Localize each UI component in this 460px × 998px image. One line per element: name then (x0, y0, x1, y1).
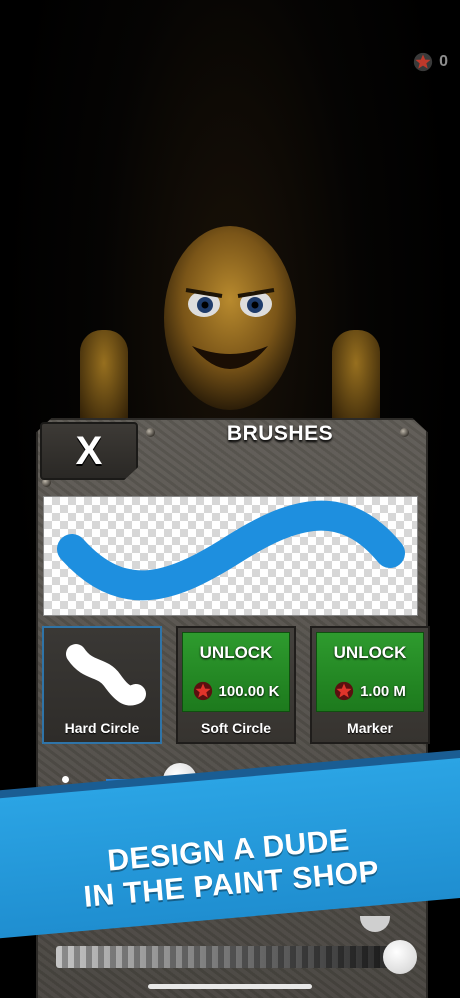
star-icon (193, 681, 212, 701)
screw (146, 428, 155, 437)
unlock-price: 1.00 M (317, 681, 423, 701)
brush-name: Marker (347, 720, 393, 736)
min-size-dot (62, 776, 69, 783)
panel-title: BRUSHES (226, 422, 334, 445)
star-counter: 0 (413, 52, 448, 72)
close-icon: X (75, 429, 103, 473)
brush-tile-hard-circle[interactable]: Hard Circle (42, 626, 162, 744)
brush-stroke-preview (57, 500, 405, 601)
unlock-label: UNLOCK (199, 643, 273, 662)
brush-name: Hard Circle (64, 720, 140, 736)
unlock-button[interactable]: UNLOCK 100.00 K (182, 632, 290, 712)
star-icon (413, 52, 433, 72)
unlock-price: 100.00 K (183, 681, 289, 701)
brush-preview (43, 496, 418, 616)
hard-circle-brush-icon (66, 644, 146, 706)
star-icon (334, 681, 354, 701)
price-value: 100.00 K (218, 682, 280, 700)
home-indicator (148, 984, 312, 989)
screw (400, 428, 409, 437)
unlock-label: UNLOCK (333, 643, 407, 662)
opacity-slider-handle[interactable] (383, 940, 417, 974)
brush-tile-marker[interactable]: UNLOCK 1.00 M Marker (310, 626, 430, 744)
star-count: 0 (439, 53, 448, 70)
price-value: 1.00 M (360, 682, 406, 700)
dude-character (80, 226, 380, 440)
close-button[interactable]: X (40, 422, 138, 480)
unlock-button[interactable]: UNLOCK 1.00 M (316, 632, 424, 712)
brush-name: Soft Circle (200, 720, 271, 736)
brush-tile-soft-circle[interactable]: UNLOCK 100.00 K Soft Circle (176, 626, 296, 744)
opacity-slider-track[interactable] (56, 946, 400, 968)
